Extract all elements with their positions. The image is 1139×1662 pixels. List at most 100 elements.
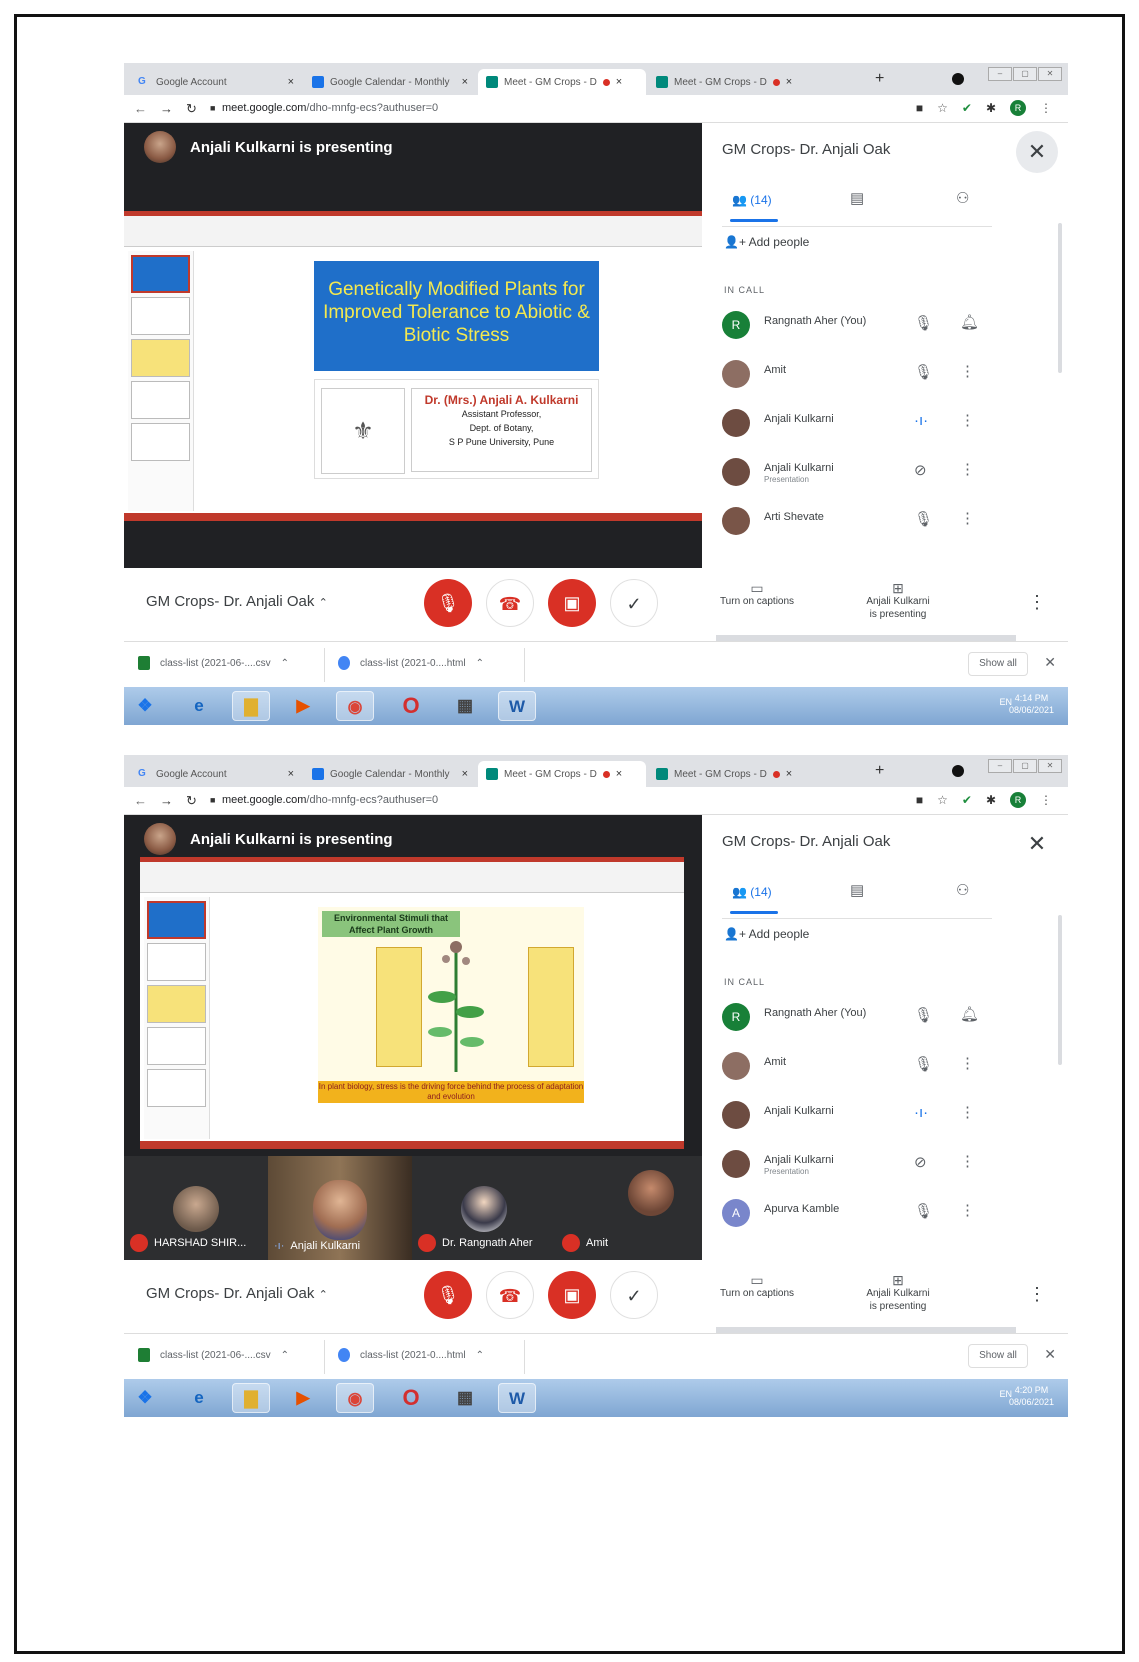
- participant-row[interactable]: R Rangnath Aher (You) 🎙︎ 🔔︎: [722, 307, 992, 347]
- star-icon[interactable]: ☆: [937, 793, 948, 807]
- participant-row[interactable]: Anjali Kulkarni ·ı· ⋮: [722, 1097, 992, 1137]
- back-icon[interactable]: ←: [134, 101, 147, 116]
- meeting-details-button[interactable]: GM Crops- Dr. Anjali Oak ⌃: [146, 1285, 328, 1302]
- participant-tile[interactable]: Amit: [556, 1156, 702, 1260]
- participant-tile[interactable]: Dr. Rangnath Aher: [412, 1156, 556, 1260]
- camera-icon[interactable]: ■: [916, 101, 923, 115]
- close-panel-button[interactable]: ✕: [1016, 131, 1058, 173]
- check-extension-icon[interactable]: ✔: [962, 793, 972, 807]
- chrome-taskbar-icon[interactable]: ◉: [336, 1383, 374, 1413]
- forward-icon[interactable]: →: [160, 793, 173, 808]
- meeting-details-button[interactable]: GM Crops- Dr. Anjali Oak ⌃: [146, 593, 328, 610]
- menu-icon[interactable]: ⋮: [1040, 101, 1052, 115]
- more-icon[interactable]: ⋮: [960, 1201, 975, 1219]
- present-button[interactable]: ⊞ Anjali Kulkarni is presenting: [850, 1273, 946, 1313]
- window-close-button[interactable]: ✕: [1038, 759, 1062, 773]
- word-icon[interactable]: W: [498, 691, 536, 721]
- tab-meet[interactable]: Meet - GM Crops - D ×: [648, 761, 818, 787]
- calculator-icon[interactable]: ▦: [446, 691, 484, 721]
- tab-meet[interactable]: Meet - GM Crops - D ×: [648, 69, 818, 95]
- profile-icon[interactable]: [952, 765, 964, 777]
- reload-icon[interactable]: ↻: [186, 793, 197, 809]
- close-panel-button[interactable]: ✕: [1016, 823, 1058, 865]
- new-tab-button[interactable]: +: [875, 70, 884, 88]
- leave-call-button[interactable]: ☎: [486, 1271, 534, 1319]
- clock[interactable]: 4:14 PM 08/06/2021: [1009, 692, 1054, 716]
- add-people-button[interactable]: 👤+ Add people: [724, 235, 809, 249]
- media-player-icon[interactable]: ▶: [284, 1383, 322, 1413]
- ie-icon[interactable]: e: [180, 1383, 218, 1413]
- maximize-button[interactable]: ▢: [1013, 67, 1037, 81]
- puzzle-icon[interactable]: ✱: [986, 101, 996, 115]
- more-icon[interactable]: ⋮: [960, 1103, 975, 1121]
- participant-row[interactable]: Amit 🎙︎ ⋮: [722, 1048, 992, 1088]
- participant-row[interactable]: Amit 🎙︎ ⋮: [722, 356, 992, 396]
- start-icon[interactable]: ❖: [126, 691, 164, 721]
- participant-row[interactable]: R Rangnath Aher (You) 🎙︎ 🔔︎: [722, 999, 992, 1039]
- present-button[interactable]: ⊞ Anjali Kulkarni is presenting: [850, 581, 946, 621]
- close-icon[interactable]: ×: [786, 768, 792, 780]
- word-icon[interactable]: W: [498, 1383, 536, 1413]
- participant-row[interactable]: Anjali Kulkarni Presentation ⊘ ⋮: [722, 1146, 992, 1186]
- chevron-up-icon[interactable]: ⌃: [476, 1350, 484, 1361]
- add-people-button[interactable]: 👤+ Add people: [724, 927, 809, 941]
- chevron-up-icon[interactable]: ⌃: [281, 1350, 289, 1361]
- check-extension-icon[interactable]: ✔: [962, 101, 972, 115]
- more-icon[interactable]: ⋮: [960, 460, 975, 478]
- more-options-icon[interactable]: ⋮: [1028, 592, 1046, 613]
- close-icon[interactable]: ×: [462, 76, 468, 88]
- back-icon[interactable]: ←: [134, 793, 147, 808]
- participant-row[interactable]: Arti Shevate 🎙︎ ⋮: [722, 503, 992, 543]
- camera-off-button[interactable]: ▣: [548, 1271, 596, 1319]
- forward-icon[interactable]: →: [160, 101, 173, 116]
- tab-google-calendar[interactable]: Google Calendar - Monthly ×: [304, 69, 476, 95]
- avatar-icon[interactable]: R: [1010, 100, 1026, 116]
- activities-icon[interactable]: ⚇: [956, 189, 969, 207]
- participant-row[interactable]: Anjali Kulkarni ·ı· ⋮: [722, 405, 992, 445]
- raise-hand-button[interactable]: ✓: [610, 1271, 658, 1319]
- chrome-taskbar-icon[interactable]: ◉: [336, 691, 374, 721]
- download-item-csv[interactable]: class-list (2021-06-....csv ⌃: [138, 656, 289, 670]
- chevron-up-icon[interactable]: ⌃: [476, 658, 484, 669]
- participant-tile-video[interactable]: ·ı· Anjali Kulkarni: [268, 1156, 412, 1260]
- url-field[interactable]: meet.google.com/dho-mnfg-ecs?authuser=0: [222, 794, 438, 806]
- close-download-bar-icon[interactable]: ✕: [1044, 654, 1056, 671]
- chat-icon[interactable]: ▤: [850, 881, 864, 899]
- close-icon[interactable]: ×: [616, 768, 622, 780]
- menu-icon[interactable]: ⋮: [1040, 793, 1052, 807]
- more-icon[interactable]: ⋮: [960, 1152, 975, 1170]
- tab-people[interactable]: 👥 (14): [732, 885, 772, 899]
- show-all-button[interactable]: Show all: [968, 652, 1028, 676]
- start-icon[interactable]: ❖: [126, 1383, 164, 1413]
- opera-icon[interactable]: O: [392, 691, 430, 721]
- opera-icon[interactable]: O: [392, 1383, 430, 1413]
- profile-icon[interactable]: [952, 73, 964, 85]
- camera-icon[interactable]: ■: [916, 793, 923, 807]
- url-field[interactable]: meet.google.com/dho-mnfg-ecs?authuser=0: [222, 102, 438, 114]
- star-icon[interactable]: ☆: [937, 101, 948, 115]
- chevron-up-icon[interactable]: ⌃: [281, 658, 289, 669]
- activities-icon[interactable]: ⚇: [956, 881, 969, 899]
- tab-people[interactable]: 👥 (14): [732, 193, 772, 207]
- mic-off-button[interactable]: 🎙︎: [424, 579, 472, 627]
- raise-hand-button[interactable]: ✓: [610, 579, 658, 627]
- more-options-icon[interactable]: ⋮: [1028, 1284, 1046, 1305]
- close-icon[interactable]: ×: [288, 768, 294, 780]
- scrollbar[interactable]: [1058, 915, 1062, 1065]
- tab-meet-active[interactable]: Meet - GM Crops - D ×: [478, 69, 646, 95]
- folder-icon[interactable]: ▇: [232, 691, 270, 721]
- participant-row[interactable]: A Apurva Kamble 🎙︎ ⋮: [722, 1195, 992, 1235]
- close-icon[interactable]: ×: [786, 76, 792, 88]
- chat-icon[interactable]: ▤: [850, 189, 864, 207]
- calculator-icon[interactable]: ▦: [446, 1383, 484, 1413]
- scrollbar[interactable]: [1058, 223, 1062, 373]
- bell-icon[interactable]: 🔔︎: [960, 313, 979, 331]
- tab-google-account[interactable]: G Google Account ×: [130, 761, 302, 787]
- media-player-icon[interactable]: ▶: [284, 691, 322, 721]
- close-icon[interactable]: ×: [616, 76, 622, 88]
- more-icon[interactable]: ⋮: [960, 1054, 975, 1072]
- participant-row[interactable]: Anjali Kulkarni Presentation ⊘ ⋮: [722, 454, 992, 494]
- bell-icon[interactable]: 🔔︎: [960, 1005, 979, 1023]
- camera-off-button[interactable]: ▣: [548, 579, 596, 627]
- tab-google-account[interactable]: G Google Account ×: [130, 69, 302, 95]
